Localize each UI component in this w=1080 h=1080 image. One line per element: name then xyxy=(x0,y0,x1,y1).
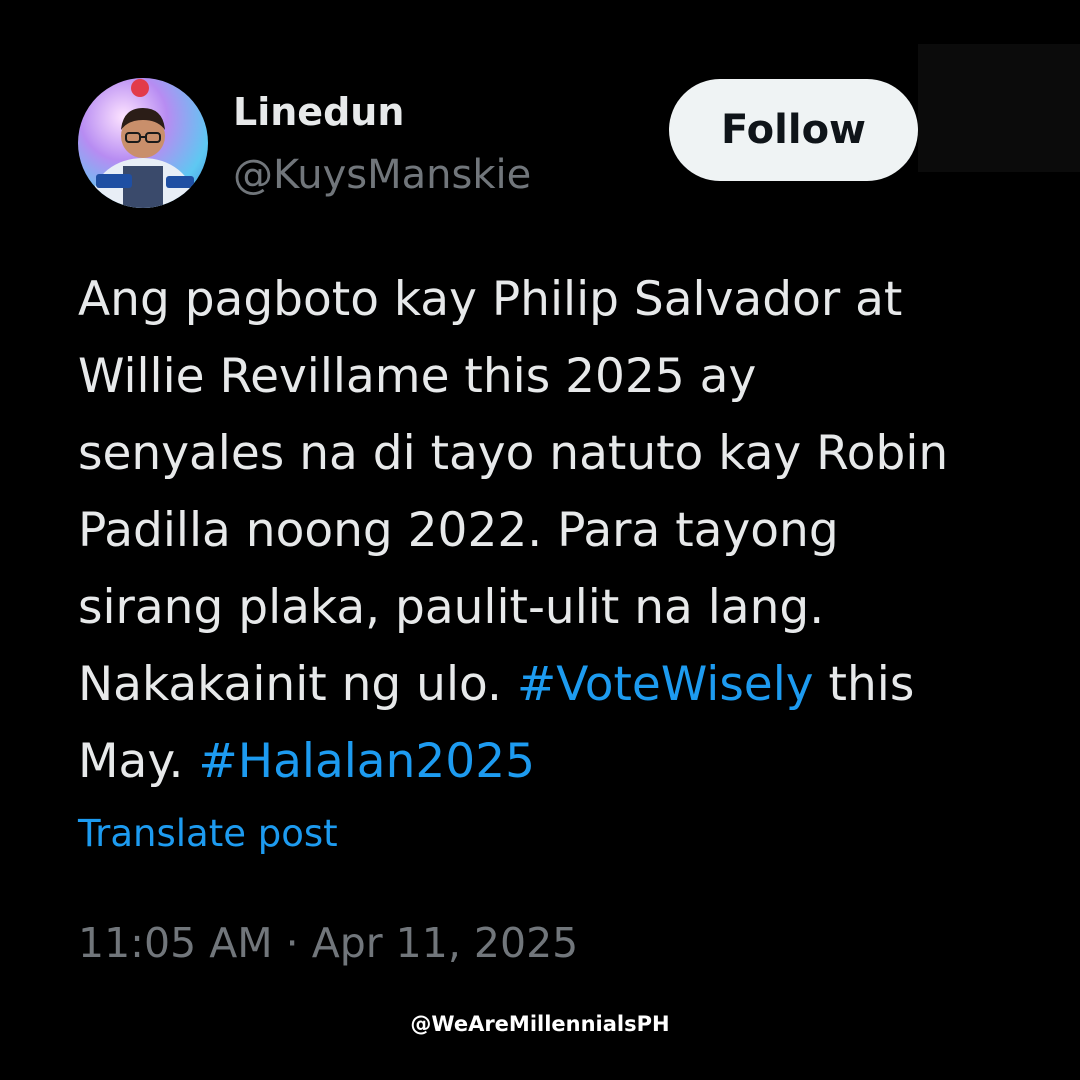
tweet-line: May. #Halalan2025 xyxy=(78,723,1068,800)
hashtag-link[interactable]: #Halalan2025 xyxy=(198,734,535,789)
watermark: @WeAreMillennialsPH xyxy=(410,1012,670,1036)
user-handle[interactable]: @KuysManskie xyxy=(233,150,531,200)
tweet-text-segment: Willie Revillame this 2025 ay xyxy=(78,349,757,404)
tweet-line: sirang plaka, paulit-ulit na lang. xyxy=(78,569,1068,646)
tweet-text-segment: Ang pagboto kay Philip Salvador at xyxy=(78,272,903,327)
tweet-line: Willie Revillame this 2025 ay xyxy=(78,338,1068,415)
translate-post-link[interactable]: Translate post xyxy=(78,808,338,860)
tweet-text-segment: senyales na di tayo natuto kay Robin xyxy=(78,426,949,481)
tweet-text-segment: Padilla noong 2022. Para tayong xyxy=(78,503,839,558)
tweet-line: Padilla noong 2022. Para tayong xyxy=(78,492,1068,569)
tweet-line: Nakakainit ng ulo. #VoteWisely this xyxy=(78,646,1068,723)
tweet-line: senyales na di tayo natuto kay Robin xyxy=(78,415,1068,492)
hashtag-link[interactable]: #VoteWisely xyxy=(517,657,814,712)
background-panel xyxy=(918,44,1080,172)
tweet-timestamp[interactable]: 11:05 AM · Apr 11, 2025 xyxy=(78,915,578,971)
tweet-text-segment: this xyxy=(813,657,915,712)
follow-button[interactable]: Follow xyxy=(669,79,918,181)
avatar[interactable] xyxy=(78,78,208,208)
tweet-text-segment: May. xyxy=(78,734,199,789)
tweet-text-segment: sirang plaka, paulit-ulit na lang. xyxy=(78,580,825,635)
profile-photo-icon xyxy=(93,79,194,208)
tweet-text-segment: Nakakainit ng ulo. xyxy=(78,657,517,712)
user-display-name[interactable]: Linedun xyxy=(233,88,404,136)
tweet-text: Ang pagboto kay Philip Salvador at Willie… xyxy=(78,261,1068,800)
tweet-line: Ang pagboto kay Philip Salvador at xyxy=(78,261,1068,338)
